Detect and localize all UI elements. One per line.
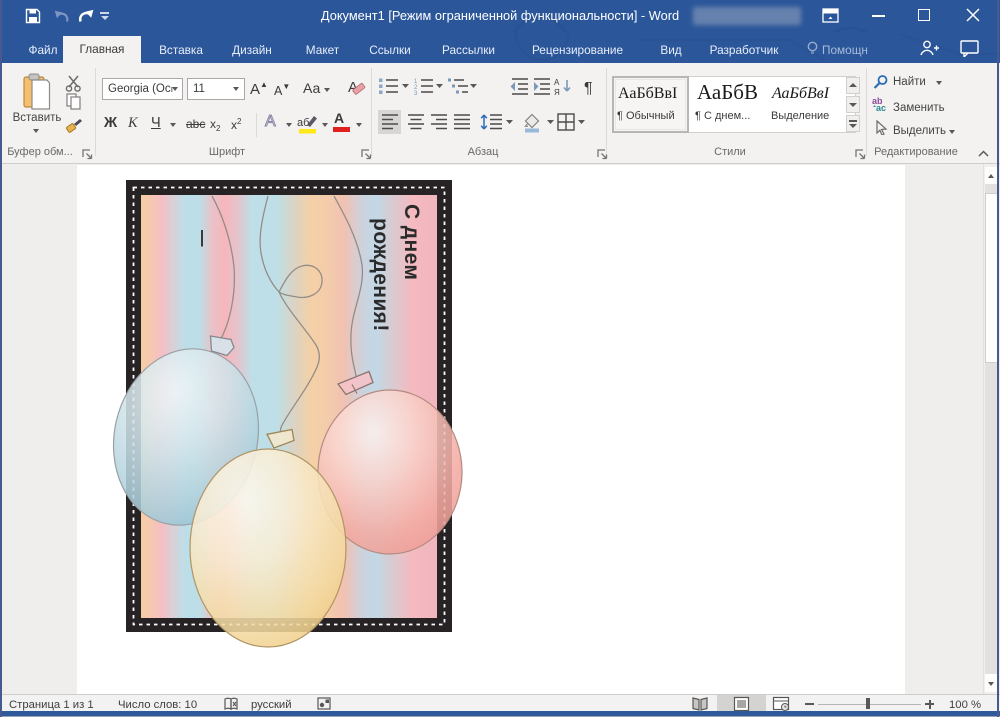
svg-text:рождения!: рождения! [369, 218, 392, 332]
svg-text:ac: ac [876, 103, 886, 112]
svg-text:А: А [554, 78, 560, 87]
svg-text:Я: Я [554, 88, 560, 97]
svg-text:аб: аб [297, 117, 309, 129]
svg-text:¶: ¶ [584, 80, 593, 97]
svg-text:С днем: С днем [400, 204, 423, 280]
svg-text:3: 3 [414, 91, 418, 97]
